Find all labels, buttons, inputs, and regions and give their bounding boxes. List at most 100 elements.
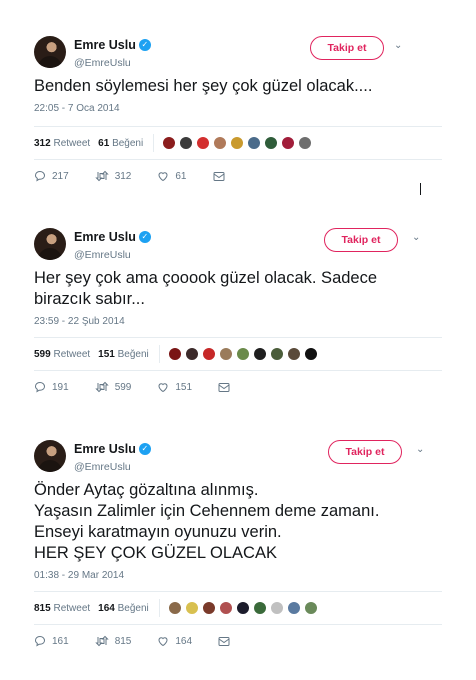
liker-avatar[interactable] (252, 601, 267, 615)
liker-avatar[interactable] (235, 347, 250, 361)
tweet-timestamp[interactable]: 22:05 - 7 Oca 2014 (22, 103, 442, 114)
like-button[interactable]: 151 (157, 381, 192, 393)
verified-badge-icon: ✓ (138, 38, 151, 51)
avatar[interactable] (34, 440, 66, 472)
divider (158, 345, 160, 363)
retweet-count-label: Retweet (53, 602, 91, 614)
liker-avatar[interactable] (196, 136, 211, 150)
retweet-button[interactable]: 599 (94, 381, 132, 393)
liker-avatar[interactable] (167, 347, 182, 361)
divider (153, 134, 155, 152)
divider (34, 370, 442, 371)
envelope-icon (213, 171, 224, 181)
liker-avatar[interactable] (218, 601, 233, 615)
dm-button[interactable] (213, 171, 231, 182)
action-bar: 217 312 61 (22, 162, 442, 190)
liker-avatar[interactable] (298, 136, 313, 150)
dm-button[interactable] (218, 636, 236, 647)
avatar[interactable] (34, 228, 66, 260)
follow-button[interactable]: Takip et (324, 228, 398, 252)
tweet-text-line: birazcık sabır... (34, 290, 145, 308)
reply-button[interactable]: 191 (34, 381, 69, 393)
liker-avatar[interactable] (269, 601, 284, 615)
author-name[interactable]: Emre Uslu (74, 442, 136, 456)
action-bar: 161 815 164 (22, 627, 442, 655)
liker-avatar[interactable] (235, 601, 250, 615)
like-action-count: 164 (175, 635, 193, 647)
retweet-count[interactable]: 599 Retweet (34, 349, 90, 360)
author-handle[interactable]: @EmreUslu (74, 249, 151, 261)
tweet-timestamp[interactable]: 01:38 - 29 Mar 2014 (22, 570, 442, 581)
liker-avatar[interactable] (162, 136, 177, 150)
like-action-count: 61 (175, 170, 187, 182)
reply-icon (34, 170, 46, 182)
liker-avatar[interactable] (201, 347, 216, 361)
stats-row: 815 Retweet 164 Beğeni (22, 592, 442, 624)
liker-avatar[interactable] (286, 601, 301, 615)
liker-avatar[interactable] (303, 601, 318, 615)
text-cursor (420, 183, 421, 195)
liker-avatar[interactable] (201, 601, 216, 615)
author-block: Emre Uslu ✓ @EmreUslu (74, 36, 151, 69)
retweet-count[interactable]: 815 Retweet (34, 603, 90, 614)
author-handle[interactable]: @EmreUslu (74, 57, 151, 69)
liker-avatar[interactable] (167, 601, 182, 615)
like-button[interactable]: 61 (157, 170, 187, 182)
retweet-count-value: 815 (34, 602, 51, 614)
like-count[interactable]: 151 Beğeni (98, 349, 149, 360)
liker-avatar[interactable] (281, 136, 296, 150)
tweet-text-line: Her şey çok ama çooook güzel olacak. Sad… (34, 269, 378, 287)
like-count-label: Beğeni (117, 348, 149, 360)
liker-avatar[interactable] (264, 136, 279, 150)
verified-badge-icon: ✓ (138, 230, 151, 243)
liker-avatar[interactable] (213, 136, 228, 150)
liker-avatars (162, 136, 315, 150)
follow-button[interactable]: Takip et (328, 440, 402, 464)
follow-button[interactable]: Takip et (310, 36, 384, 60)
divider (34, 159, 442, 160)
retweet-count-value: 599 (34, 348, 51, 360)
liker-avatar[interactable] (303, 347, 318, 361)
chevron-down-icon[interactable]: ⌄ (416, 444, 424, 455)
retweet-icon (94, 381, 109, 393)
like-count[interactable]: 61 Beğeni (98, 138, 143, 149)
like-action-count: 151 (175, 381, 193, 393)
verified-badge-icon: ✓ (138, 442, 151, 455)
avatar[interactable] (34, 36, 66, 68)
tweet-text: Her şey çok ama çooook güzel olacak. Sad… (22, 268, 442, 310)
like-count[interactable]: 164 Beğeni (98, 603, 149, 614)
liker-avatar[interactable] (218, 347, 233, 361)
tweet-timestamp[interactable]: 23:59 - 22 Şub 2014 (22, 316, 442, 327)
liker-avatar[interactable] (179, 136, 194, 150)
chevron-down-icon[interactable]: ⌄ (394, 40, 402, 51)
retweet-count-label: Retweet (53, 137, 91, 149)
liker-avatar[interactable] (184, 601, 199, 615)
liker-avatar[interactable] (184, 347, 199, 361)
author-handle[interactable]: @EmreUslu (74, 461, 151, 473)
like-count-value: 61 (98, 137, 110, 149)
liker-avatar[interactable] (247, 136, 262, 150)
author-name[interactable]: Emre Uslu (74, 38, 136, 52)
tweet-header: Emre Uslu ✓ @EmreUslu Takip et ⌄ (22, 32, 442, 76)
action-bar: 191 599 151 (22, 373, 442, 401)
divider (34, 624, 442, 625)
dm-button[interactable] (218, 382, 236, 393)
retweet-button[interactable]: 312 (94, 170, 131, 182)
liker-avatar[interactable] (230, 136, 245, 150)
liker-avatar[interactable] (269, 347, 284, 361)
chevron-down-icon[interactable]: ⌄ (412, 232, 420, 243)
reply-button[interactable]: 161 (34, 635, 69, 647)
liker-avatar[interactable] (252, 347, 267, 361)
liker-avatar[interactable] (286, 347, 301, 361)
tweet-text-line: Enseyi karatmayın oyunuzu verin. (34, 523, 282, 541)
like-button[interactable]: 164 (157, 635, 192, 647)
reply-count: 217 (52, 170, 69, 182)
retweet-count[interactable]: 312 Retweet (34, 138, 90, 149)
retweet-button[interactable]: 815 (94, 635, 131, 647)
tweet-text-line: Önder Aytaç gözaltına alınmış. (34, 481, 259, 499)
retweet-action-count: 599 (114, 381, 132, 393)
reply-button[interactable]: 217 (34, 170, 69, 182)
stats-row: 599 Retweet 151 Beğeni (22, 338, 442, 370)
divider (158, 599, 160, 617)
author-name[interactable]: Emre Uslu (74, 230, 136, 244)
